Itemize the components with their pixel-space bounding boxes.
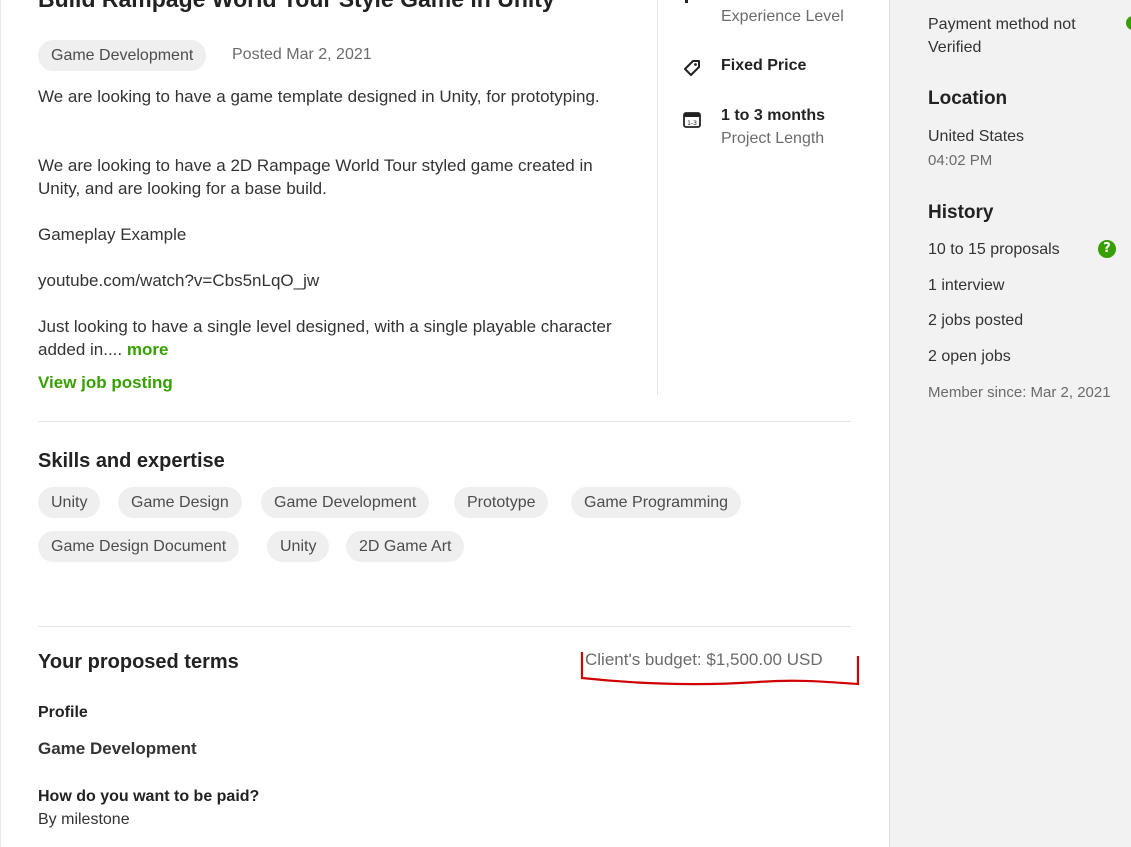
skill-chip[interactable]: Game Programming	[571, 487, 742, 518]
description-paragraph: Just looking to have a single level desi…	[38, 315, 618, 361]
profile-label: Profile	[38, 704, 88, 721]
svg-text:1-3: 1-3	[687, 120, 697, 127]
verified-status-icon	[1126, 16, 1131, 30]
history-title: History	[928, 202, 994, 223]
skill-chip[interactable]: Game Design	[118, 487, 242, 518]
client-local-time: 04:02 PM	[928, 152, 993, 169]
calendar-icon: 1-3	[682, 109, 702, 129]
more-link[interactable]: more	[127, 340, 169, 359]
help-icon[interactable]: ?	[1098, 240, 1116, 258]
description-text: Just looking to have a single level desi…	[38, 317, 612, 359]
left-border	[0, 0, 1, 847]
project-length-label: Project Length	[721, 130, 825, 147]
location-title: Location	[928, 88, 1008, 109]
payment-method-value: By milestone	[38, 811, 130, 828]
payment-status-line: Payment method not	[928, 16, 1076, 33]
description-paragraph: We are looking to have a game template d…	[38, 87, 600, 106]
tag-icon	[682, 58, 702, 78]
category-chip[interactable]: Game Development	[38, 40, 207, 71]
client-budget: Client's budget: $1,500.00 USD	[585, 650, 823, 669]
section-divider	[38, 626, 851, 627]
description-paragraph: We are looking to have a 2D Rampage Worl…	[38, 156, 593, 198]
experience-label: Experience Level	[721, 8, 844, 25]
proposed-terms-title: Your proposed terms	[38, 651, 239, 673]
skills-title: Skills and expertise	[38, 450, 225, 472]
proposals-count: 10 to 15 proposals	[928, 241, 1060, 258]
description-paragraph: Gameplay Example	[38, 225, 187, 244]
job-title: Build Rampage World Tour Style Game in U…	[38, 0, 555, 13]
skill-chip[interactable]: Game Development	[261, 487, 430, 518]
open-jobs-count: 2 open jobs	[928, 348, 1011, 365]
member-since: Member since: Mar 2, 2021	[928, 384, 1111, 401]
payment-question-label: How do you want to be paid?	[38, 788, 260, 805]
skill-chip[interactable]: Prototype	[454, 487, 549, 518]
skill-chip[interactable]: Unity	[38, 487, 101, 518]
vertical-divider	[657, 0, 658, 395]
section-divider	[38, 421, 851, 422]
payment-status-line: Verified	[928, 39, 982, 56]
project-length-value: 1 to 3 months	[721, 107, 826, 124]
posted-date: Posted Mar 2, 2021	[232, 46, 372, 63]
skill-chip[interactable]: Unity	[267, 531, 330, 562]
job-details-main: Build Rampage World Tour Style Game in U…	[0, 0, 889, 847]
view-job-posting-link[interactable]: View job posting	[38, 373, 173, 393]
experience-icon	[682, 0, 702, 6]
client-info-panel: Payment method not Verified Location Uni…	[889, 0, 1131, 847]
profile-value-link[interactable]: Game Development	[38, 739, 197, 759]
description-paragraph: youtube.com/watch?v=Cbs5nLqO_jw	[38, 271, 320, 290]
price-type: Fixed Price	[721, 57, 807, 74]
jobs-posted-count: 2 jobs posted	[928, 312, 1024, 329]
client-country: United States	[928, 128, 1025, 145]
skill-chip[interactable]: Game Design Document	[38, 531, 240, 562]
interviews-count: 1 interview	[928, 277, 1005, 294]
skill-chip[interactable]: 2D Game Art	[346, 531, 465, 562]
